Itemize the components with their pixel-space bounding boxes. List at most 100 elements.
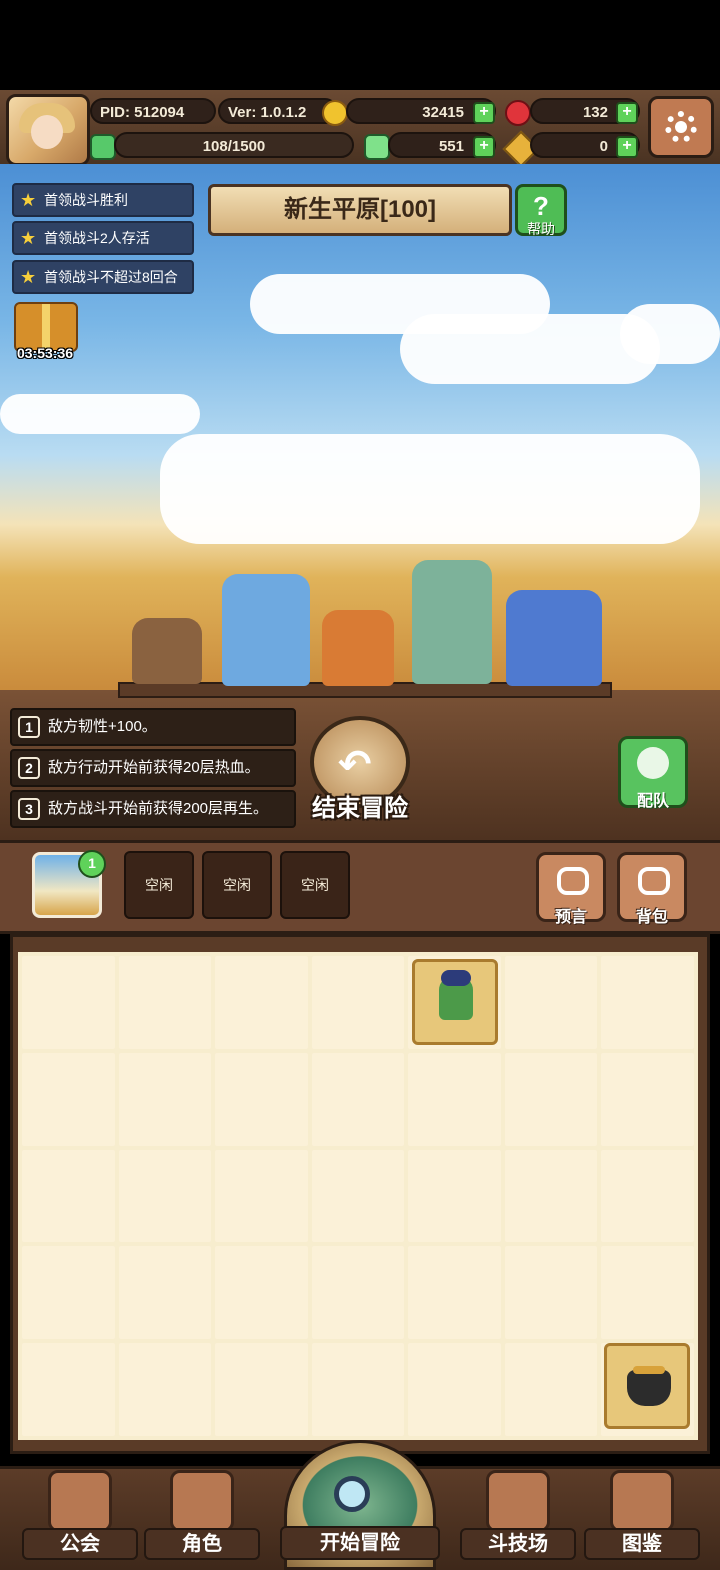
book-icon [610,1470,674,1532]
cloud [160,434,700,544]
nav-codex-label: 图鉴 [584,1528,700,1560]
grid-cell[interactable] [215,1052,308,1146]
gift-ribbon [42,304,50,350]
grid-cell[interactable] [311,1246,405,1340]
nav-guild[interactable]: 公会 [22,1470,138,1562]
grid-cell[interactable] [215,1343,308,1436]
resource-panel: PID: 512094 Ver: 1.0.1.2 32415 + 132 + 1… [90,96,640,168]
quest-label: 首领战斗不超过8回合 [44,269,178,285]
add-gold-icon[interactable]: + [473,102,495,124]
modifier-number: 1 [18,716,40,738]
avatar-face [31,115,63,149]
grid-cell[interactable] [504,956,598,1049]
grid-cell[interactable] [22,1149,115,1243]
star-icon: ★ [20,267,37,287]
enemy-modifier: 3 敌方战斗开始前获得200层再生。 [10,790,296,828]
grid-cell[interactable] [215,1149,308,1243]
grid-cell[interactable] [311,1052,405,1146]
quest-item: ★ 首领战斗2人存活 [12,221,194,255]
add-key-icon[interactable]: + [616,136,638,158]
star-icon: ★ [20,190,37,210]
help-label: 帮助 [527,221,555,237]
dragon-girl-character[interactable] [506,590,602,686]
bunny-girl-character[interactable] [412,560,492,684]
grid-cell[interactable] [504,1052,598,1146]
ice-maiden-character[interactable] [222,574,310,686]
idle-slot[interactable]: 空闲 [202,851,272,919]
team-label: 配队 [636,793,669,810]
cloud [620,304,720,364]
grid-cell[interactable] [408,1149,501,1243]
grid-cell[interactable] [118,1246,212,1340]
cauldron-tile[interactable] [604,1343,690,1429]
grid-cell[interactable] [601,956,694,1049]
grid-cell[interactable] [601,1052,694,1146]
nav-character[interactable]: 角色 [144,1470,260,1562]
grid-cell[interactable] [504,1149,598,1243]
crossed-swords-icon [486,1470,550,1532]
modifier-text: 敌方战斗开始前获得200层再生。 [48,800,269,817]
star-icon: ★ [20,228,37,248]
add-clover-icon[interactable]: + [473,136,495,158]
grid-cell[interactable] [22,1246,115,1340]
crystal-ball-icon [557,867,589,895]
quest-item: ★ 首领战斗胜利 [12,183,194,217]
grid-cell[interactable] [118,956,212,1049]
grid-cell[interactable] [215,1246,308,1340]
cauldron-icon [627,1366,671,1406]
bag-button[interactable]: 背包 [617,852,687,926]
grid-cell[interactable] [601,1246,694,1340]
clover-icon [364,134,390,160]
status-bar [0,0,720,90]
grid-cell[interactable] [311,1343,405,1436]
grid-cell[interactable] [118,1149,212,1243]
player-avatar[interactable] [6,94,90,166]
grid-cell[interactable] [118,1343,212,1436]
magnifier-icon [334,1476,370,1512]
stage-title: 新生平原[100] [208,184,512,236]
grid-cell[interactable] [215,956,308,1049]
enemy-goblin-tile[interactable] [412,959,498,1045]
end-adventure-label: 结束冒险 [312,795,408,822]
nav-arena-label: 斗技场 [460,1528,576,1560]
grid-cell[interactable] [601,1149,694,1243]
grid-cell[interactable] [311,1149,405,1243]
add-gem-icon[interactable]: + [616,102,638,124]
grid-cell[interactable] [22,956,115,1049]
nav-arena[interactable]: 斗技场 [460,1470,576,1562]
team-icon [637,747,669,779]
grid-cell[interactable] [408,1246,501,1340]
monk-character[interactable] [322,610,394,686]
slot-bar [0,840,720,934]
gift-timer: 03:53:36 [16,345,74,361]
grid-cell[interactable] [118,1052,212,1146]
idle-slot[interactable]: 空闲 [124,851,194,919]
nav-start-adventure[interactable]: 开始冒险 [276,1440,444,1570]
return-arrow-icon: ↶ [338,743,372,787]
nav-character-label: 角色 [144,1528,260,1560]
prophecy-label: 预言 [554,909,587,926]
idle-slot[interactable]: 空闲 [280,851,350,919]
settings-button[interactable] [648,96,714,158]
enemy-modifier: 1 敌方韧性+100。 [10,708,296,746]
nav-codex[interactable]: 图鉴 [584,1470,700,1562]
modifier-text: 敌方韧性+100。 [48,718,157,735]
grid-cell[interactable] [504,1343,598,1436]
version-label: Ver: 1.0.1.2 [218,98,338,124]
grid-cell[interactable] [22,1052,115,1146]
modifier-number: 3 [18,798,40,820]
grid-cell[interactable] [504,1246,598,1340]
prophecy-button[interactable]: 预言 [536,852,606,926]
barrel-companion[interactable] [132,618,202,684]
stamina-value: 108/1500 [114,132,354,158]
nav-guild-label: 公会 [22,1528,138,1560]
grid-cell[interactable] [311,956,405,1049]
grid-cell[interactable] [22,1343,115,1436]
grid-cell[interactable] [408,1343,501,1436]
help-button[interactable]: ? 帮助 [515,184,567,237]
team-button[interactable]: 配队 [618,736,688,810]
end-adventure-button[interactable]: ↶ 结束冒险 [306,716,414,824]
grid-cell[interactable] [408,1052,501,1146]
modifier-text: 敌方行动开始前获得20层热血。 [48,759,260,776]
map-grid [18,952,698,1440]
